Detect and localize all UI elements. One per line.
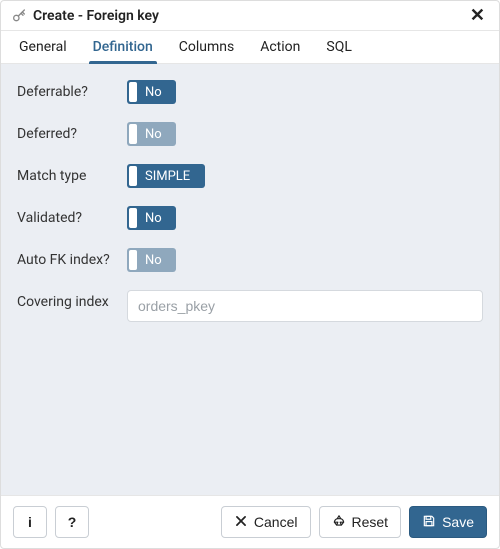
toggle-deferrable[interactable]: No (127, 80, 176, 104)
label-match-type: Match type (17, 164, 127, 184)
toggle-match-type[interactable]: SIMPLE (127, 164, 205, 188)
key-icon (11, 8, 27, 24)
help-icon: ? (68, 515, 77, 529)
dialog-header: Create - Foreign key ✕ (1, 1, 499, 31)
toggle-validated[interactable]: No (127, 206, 176, 230)
toggle-knob (129, 82, 137, 102)
toggle-knob (129, 124, 137, 144)
row-deferrable: Deferrable? No (17, 80, 483, 106)
row-covering-index: Covering index (17, 290, 483, 322)
tabs: General Definition Columns Action SQL (1, 31, 499, 64)
row-match-type: Match type SIMPLE (17, 164, 483, 190)
toggle-label: SIMPLE (145, 169, 194, 184)
label-deferrable: Deferrable? (17, 80, 127, 100)
save-button[interactable]: Save (409, 506, 487, 538)
toggle-knob (129, 166, 137, 186)
tab-general[interactable]: General (15, 31, 71, 63)
toggle-auto-fk-index: No (127, 248, 176, 272)
toggle-label: No (145, 127, 166, 142)
dialog-create-foreign-key: Create - Foreign key ✕ General Definitio… (0, 0, 500, 549)
reset-label: Reset (352, 514, 389, 530)
toggle-deferred: No (127, 122, 176, 146)
tab-action[interactable]: Action (256, 31, 304, 63)
close-icon[interactable]: ✕ (466, 7, 489, 25)
info-button[interactable]: i (13, 506, 47, 538)
toggle-knob (129, 250, 137, 270)
cancel-button[interactable]: Cancel (221, 506, 311, 538)
help-button[interactable]: ? (55, 506, 89, 538)
tab-sql[interactable]: SQL (322, 31, 355, 63)
save-icon (422, 514, 436, 531)
label-auto-fk-index: Auto FK index? (17, 248, 127, 268)
recycle-icon (332, 514, 346, 531)
toggle-label: No (145, 253, 166, 268)
dialog-footer: i ? Cancel Reset (1, 495, 499, 548)
label-deferred: Deferred? (17, 122, 127, 142)
tab-definition[interactable]: Definition (89, 31, 157, 63)
toggle-label: No (145, 211, 166, 226)
row-validated: Validated? No (17, 206, 483, 232)
close-icon (234, 514, 248, 531)
reset-button[interactable]: Reset (319, 506, 402, 538)
cancel-label: Cancel (254, 514, 298, 530)
toggle-knob (129, 208, 137, 228)
toggle-label: No (145, 85, 166, 100)
dialog-title: Create - Foreign key (33, 8, 460, 24)
save-label: Save (442, 514, 474, 530)
label-validated: Validated? (17, 206, 127, 226)
row-deferred: Deferred? No (17, 122, 483, 148)
info-icon: i (28, 515, 32, 529)
covering-index-input[interactable] (127, 290, 483, 322)
tab-columns[interactable]: Columns (175, 31, 238, 63)
dialog-body: Deferrable? No Deferred? No Match type (1, 64, 499, 495)
label-covering-index: Covering index (17, 290, 127, 310)
row-auto-fk-index: Auto FK index? No (17, 248, 483, 274)
